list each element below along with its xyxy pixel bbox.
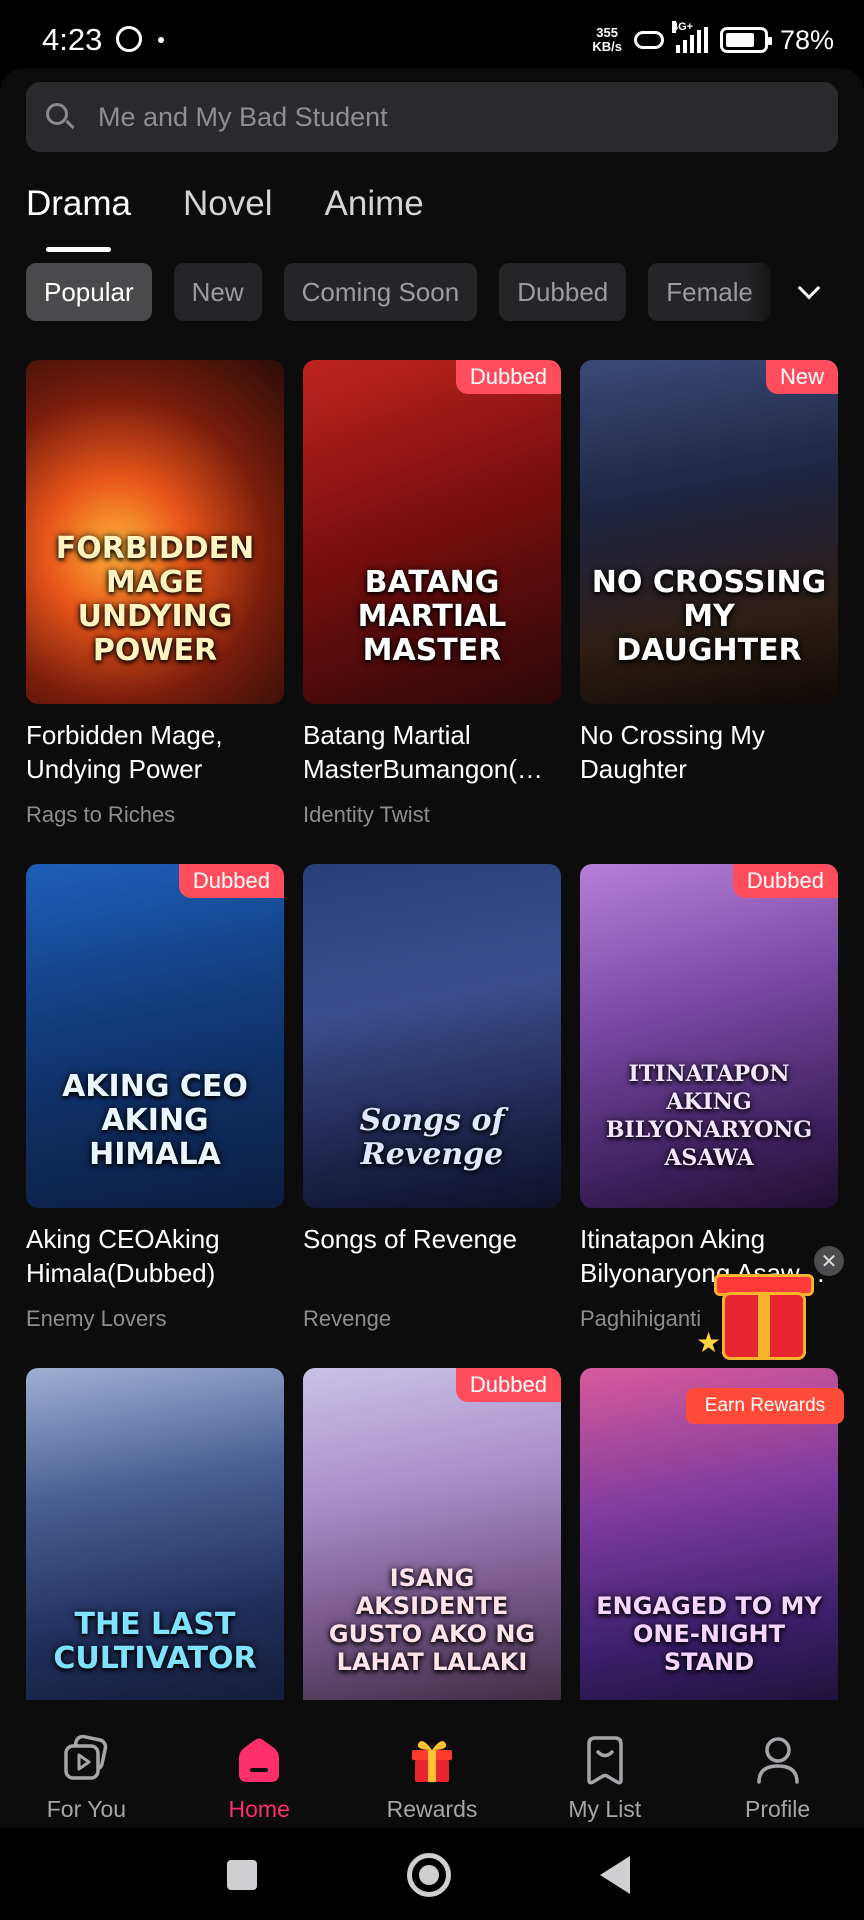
- nav-my-list[interactable]: My List: [518, 1700, 691, 1828]
- battery-icon: [719, 27, 772, 53]
- dubbed-badge: Dubbed: [178, 864, 284, 898]
- category-tabs: Drama Novel Anime: [26, 180, 424, 252]
- nav-home[interactable]: Home: [173, 1700, 346, 1828]
- dubbed-badge: Dubbed: [455, 1368, 561, 1402]
- network-speed: 355 KB/s: [592, 26, 622, 54]
- chip-coming-soon[interactable]: Coming Soon: [283, 263, 478, 321]
- poster-image[interactable]: The Last Cultivator: [26, 1368, 284, 1712]
- poster-image[interactable]: No Crossing My Daughter New: [580, 360, 838, 704]
- expand-filters-button[interactable]: [780, 263, 838, 321]
- recents-button[interactable]: [227, 1860, 257, 1890]
- poster-title: Forbidden Mage Undying Power: [55, 531, 255, 668]
- filter-chips-row: Popular New Coming Soon Dubbed Female: [26, 263, 838, 323]
- status-indicators: 355 KB/s 4G+ 78%: [592, 20, 834, 60]
- card-title: Forbidden Mage, Undying Power: [26, 720, 223, 784]
- drama-card[interactable]: Aking CEO Aking Himala Dubbed Aking CEOA…: [26, 864, 284, 1332]
- nav-label: My List: [568, 1796, 642, 1822]
- home-icon: [239, 1738, 280, 1782]
- bottom-nav: For You Home Rewards My List Profile: [0, 1700, 864, 1828]
- poster-title: Isang Aksidente Gusto Ako ng Lahat Lalak…: [328, 1564, 536, 1676]
- poster-title: Engaged to My One-Night Stand: [596, 1592, 822, 1676]
- chip-dubbed[interactable]: Dubbed: [499, 263, 627, 321]
- drama-card[interactable]: The Last Cultivator: [26, 1368, 284, 1712]
- card-title: Batang Martial MasterBumangon(…: [303, 720, 543, 784]
- search-bar[interactable]: [26, 82, 838, 152]
- poster-image[interactable]: Batang Martial Master Dubbed: [303, 360, 561, 704]
- poster-image[interactable]: Aking CEO Aking Himala Dubbed: [26, 864, 284, 1208]
- poster-title: No Crossing My Daughter: [591, 565, 827, 668]
- dubbed-badge: Dubbed: [455, 360, 561, 394]
- back-button[interactable]: [600, 1856, 630, 1894]
- filter-chips: Popular New Coming Soon Dubbed Female: [26, 263, 782, 321]
- nav-label: Home: [228, 1796, 290, 1822]
- status-time: 4:23: [42, 22, 103, 57]
- poster-title: Aking CEO Aking Himala: [62, 1069, 248, 1172]
- tab-anime[interactable]: Anime: [325, 180, 424, 250]
- home-button[interactable]: [407, 1853, 451, 1897]
- poster-title: Itinatapon Aking Bilyonaryong Asawa: [605, 1061, 813, 1171]
- chevron-down-icon: [797, 276, 821, 300]
- gift-box-icon: [722, 1292, 806, 1360]
- poster-image[interactable]: Songs of Revenge: [303, 864, 561, 1208]
- nav-label: For You: [46, 1796, 127, 1822]
- network-speed-unit: KB/s: [592, 39, 622, 54]
- network-speed-value: 355: [596, 25, 618, 40]
- gift-icon: [411, 1741, 452, 1782]
- tab-drama[interactable]: Drama: [26, 180, 131, 252]
- search-input[interactable]: [98, 101, 778, 133]
- notification-dot-icon: [158, 37, 164, 43]
- person-icon: [756, 1737, 799, 1784]
- nav-rewards[interactable]: Rewards: [346, 1700, 519, 1828]
- poster-image[interactable]: Isang Aksidente Gusto Ako ng Lahat Lalak…: [303, 1368, 561, 1712]
- poster-image[interactable]: Itinatapon Aking Bilyonaryong Asawa Dubb…: [580, 864, 838, 1208]
- close-icon[interactable]: ✕: [814, 1246, 844, 1276]
- card-title: Aking CEOAking Himala(Dubbed): [26, 1224, 220, 1288]
- poster-title: Songs of Revenge: [359, 1103, 505, 1172]
- nav-label: Profile: [744, 1796, 811, 1822]
- system-navigation-bar: [0, 1828, 864, 1920]
- card-genre: Enemy Lovers: [26, 1306, 167, 1331]
- drama-card[interactable]: No Crossing My Daughter New No Crossing …: [580, 360, 838, 802]
- drama-card[interactable]: Batang Martial Master Dubbed Batang Mart…: [303, 360, 561, 828]
- signal-icon: 4G+: [671, 21, 708, 53]
- bookmark-icon: [587, 1736, 623, 1785]
- notification-icon: [116, 26, 142, 52]
- search-icon: [46, 103, 75, 131]
- chip-popular[interactable]: Popular: [26, 263, 152, 321]
- video-stack-icon: [64, 1734, 108, 1780]
- tab-novel[interactable]: Novel: [183, 180, 272, 250]
- battery-percent: 78%: [779, 24, 834, 55]
- drama-card[interactable]: Songs of Revenge Songs of Revenge Reveng…: [303, 864, 561, 1332]
- card-title: No Crossing My Daughter: [580, 720, 765, 784]
- poster-image[interactable]: Forbidden Mage Undying Power: [26, 360, 284, 704]
- star-icon: ★: [696, 1327, 722, 1358]
- network-type: 4G+: [671, 21, 694, 33]
- chip-new[interactable]: New: [173, 263, 262, 321]
- earn-rewards-button[interactable]: Earn Rewards: [686, 1388, 844, 1424]
- card-genre: Revenge: [303, 1306, 392, 1331]
- earn-rewards-popup[interactable]: ✕ ★ Earn Rewards: [686, 1246, 844, 1426]
- nav-profile[interactable]: Profile: [691, 1700, 864, 1828]
- poster-title: Batang Martial Master: [357, 565, 507, 668]
- new-badge: New: [765, 360, 838, 394]
- card-title: Songs of Revenge: [303, 1224, 517, 1254]
- card-genre: Identity Twist: [303, 802, 430, 827]
- nav-label: Rewards: [386, 1796, 478, 1822]
- nav-for-you[interactable]: For You: [0, 1700, 173, 1828]
- hotspot-link-icon: [633, 31, 664, 49]
- card-genre: Rags to Riches: [26, 802, 176, 827]
- poster-title: The Last Cultivator: [53, 1607, 257, 1676]
- drama-card[interactable]: Forbidden Mage Undying Power Forbidden M…: [26, 360, 284, 828]
- app-home-screen: Drama Novel Anime Popular New Coming Soo…: [0, 68, 864, 1828]
- dubbed-badge: Dubbed: [732, 864, 838, 898]
- drama-card[interactable]: Isang Aksidente Gusto Ako ng Lahat Lalak…: [303, 1368, 561, 1712]
